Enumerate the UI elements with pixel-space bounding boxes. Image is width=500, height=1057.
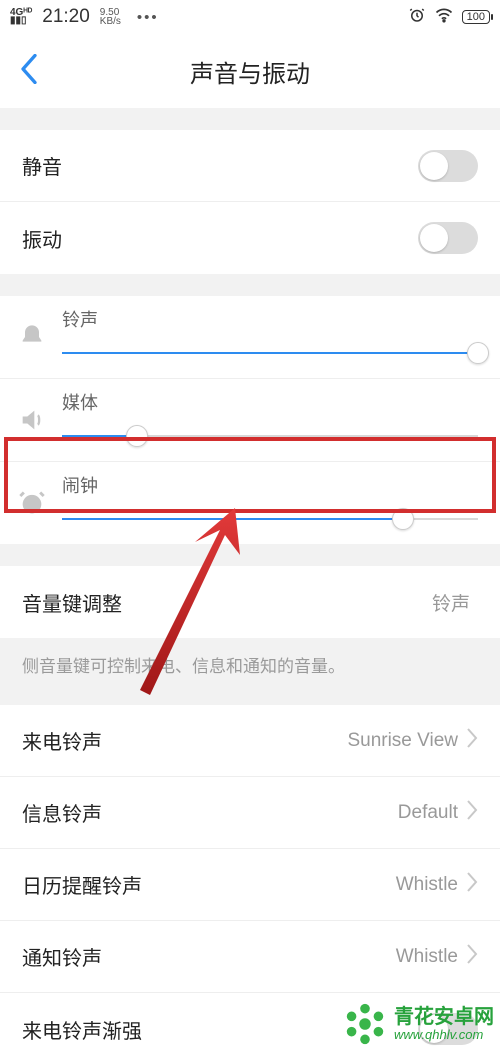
status-left: 4Gᴴᴰ ▮▮▯ 21:20 9.50 KB/s ••• bbox=[10, 6, 159, 28]
bell-icon bbox=[16, 321, 48, 353]
watermark-logo-icon bbox=[342, 1001, 388, 1047]
row-value: Sunrise View bbox=[347, 730, 458, 752]
row-value: Whistle bbox=[396, 874, 458, 896]
vibrate-row[interactable]: 振动 bbox=[0, 202, 500, 274]
chevron-left-icon bbox=[20, 54, 38, 84]
net-speed: 9.50 KB/s bbox=[100, 8, 121, 26]
wifi-icon bbox=[434, 5, 454, 29]
watermark: 青花安卓网 www.qhhlv.com bbox=[342, 1001, 494, 1047]
row-value: Default bbox=[398, 802, 458, 824]
signal-bars-icon: ▮▮▯ bbox=[10, 17, 32, 25]
section-gap bbox=[0, 544, 500, 566]
volume-key-desc: 侧音量键可控制来电、信息和通知的音量。 bbox=[0, 638, 500, 677]
section-gap bbox=[0, 677, 500, 705]
slider-track-fill bbox=[62, 352, 478, 354]
slider-thumb[interactable] bbox=[126, 425, 148, 447]
media-slider[interactable] bbox=[62, 425, 478, 447]
ringtone-slider-row: 铃声 bbox=[0, 296, 500, 379]
volume-key-value: 铃声 bbox=[432, 589, 470, 616]
row-label: 通知铃声 bbox=[22, 942, 396, 971]
section-gap bbox=[0, 108, 500, 130]
status-bar: 4Gᴴᴰ ▮▮▯ 21:20 9.50 KB/s ••• 100 bbox=[0, 0, 500, 34]
volume-key-row[interactable]: 音量键调整 铃声 bbox=[0, 566, 500, 638]
watermark-title: 青花安卓网 bbox=[394, 1006, 494, 1028]
more-icon: ••• bbox=[137, 9, 159, 26]
row-value: Whistle bbox=[396, 946, 458, 968]
slider-thumb[interactable] bbox=[467, 342, 489, 364]
alarm-slider[interactable] bbox=[62, 508, 478, 530]
slider-thumb[interactable] bbox=[392, 508, 414, 530]
battery-indicator: 100 bbox=[462, 10, 490, 24]
chevron-right-icon bbox=[466, 800, 478, 825]
alarm-icon bbox=[16, 487, 48, 519]
vibrate-label: 振动 bbox=[22, 224, 418, 253]
header: 声音与振动 bbox=[0, 34, 500, 108]
toggle-knob bbox=[420, 224, 448, 252]
alarm-status-icon bbox=[408, 6, 426, 28]
toggle-knob bbox=[420, 152, 448, 180]
chevron-right-icon bbox=[466, 872, 478, 897]
alarm-slider-label: 闹钟 bbox=[62, 472, 478, 498]
calendar-ringtone-row[interactable]: 日历提醒铃声 Whistle bbox=[0, 849, 500, 921]
incoming-ringtone-row[interactable]: 来电铃声 Sunrise View bbox=[0, 705, 500, 777]
back-button[interactable] bbox=[14, 54, 44, 84]
ringtone-slider-label: 铃声 bbox=[62, 306, 478, 332]
mute-row[interactable]: 静音 bbox=[0, 130, 500, 202]
volume-key-label: 音量键调整 bbox=[22, 588, 432, 617]
vibrate-toggle[interactable] bbox=[418, 222, 478, 254]
slider-track-fill bbox=[62, 518, 403, 520]
watermark-text: 青花安卓网 www.qhhlv.com bbox=[394, 1006, 494, 1042]
network-indicator: 4Gᴴᴰ ▮▮▯ bbox=[10, 9, 32, 25]
alarm-slider-row: 闹钟 bbox=[0, 462, 500, 544]
battery-value: 100 bbox=[467, 11, 485, 23]
mute-toggle[interactable] bbox=[418, 150, 478, 182]
media-slider-label: 媒体 bbox=[62, 389, 478, 415]
notify-ringtone-row[interactable]: 通知铃声 Whistle bbox=[0, 921, 500, 993]
media-slider-row: 媒体 bbox=[0, 379, 500, 462]
section-gap bbox=[0, 274, 500, 296]
chevron-right-icon bbox=[466, 728, 478, 753]
ringtone-slider[interactable] bbox=[62, 342, 478, 364]
page-title: 声音与振动 bbox=[190, 54, 310, 89]
row-label: 来电铃声 bbox=[22, 726, 347, 755]
clock: 21:20 bbox=[42, 6, 90, 28]
speaker-icon bbox=[16, 404, 48, 436]
status-right: 100 bbox=[408, 5, 490, 29]
chevron-right-icon bbox=[466, 944, 478, 969]
message-ringtone-row[interactable]: 信息铃声 Default bbox=[0, 777, 500, 849]
phone-screen: 4Gᴴᴰ ▮▮▯ 21:20 9.50 KB/s ••• 100 声音与振动 bbox=[0, 0, 500, 1057]
row-label: 日历提醒铃声 bbox=[22, 870, 396, 899]
row-label: 信息铃声 bbox=[22, 798, 398, 827]
speed-unit: KB/s bbox=[100, 17, 121, 26]
watermark-url: www.qhhlv.com bbox=[394, 1028, 494, 1042]
mute-label: 静音 bbox=[22, 151, 418, 180]
